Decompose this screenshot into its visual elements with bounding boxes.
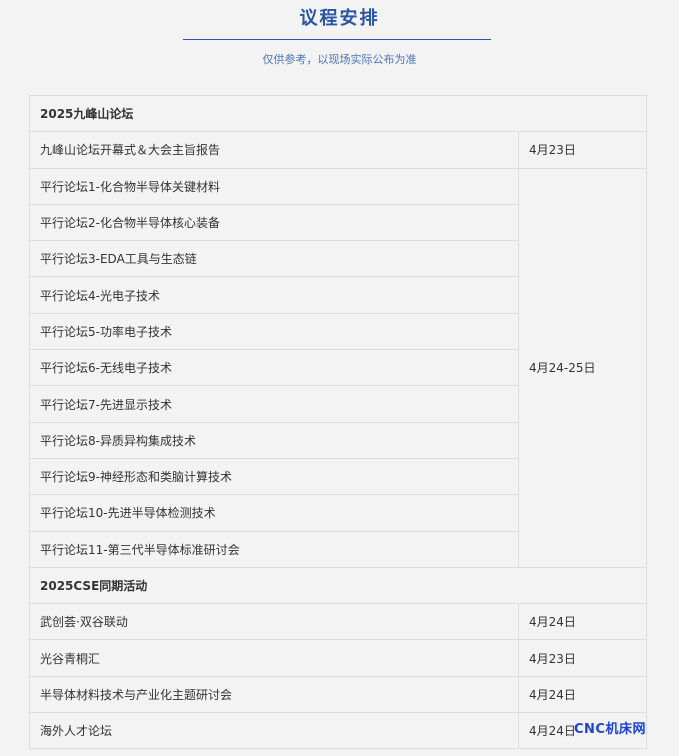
table-row: 半导体材料技术与产业化主题研讨会 4月24日 <box>29 675 647 714</box>
session-name: 平行论坛6-无线电子技术 <box>29 349 519 387</box>
session-name: 平行论坛3-EDA工具与生态链 <box>29 240 519 278</box>
title-underline <box>183 39 491 40</box>
session-name: 平行论坛9-神经形态和类脑计算技术 <box>29 457 519 496</box>
session-name: 光谷青桐汇 <box>29 639 519 677</box>
session-name: 平行论坛2-化合物半导体核心装备 <box>29 203 519 242</box>
session-name: 武创荟·双谷联动 <box>29 603 519 641</box>
page-title: 议程安排 <box>299 8 380 29</box>
session-name: 平行论坛8-异质异构集成技术 <box>29 421 519 459</box>
section-header-row: 2025CSE同期活动 <box>29 566 647 605</box>
table-row: 武创荟·双谷联动 4月24日 <box>29 603 647 641</box>
table-row: 光谷青桐汇 4月23日 <box>29 639 647 677</box>
session-date: 4月23日 <box>518 131 647 169</box>
session-name: 海外人才论坛 <box>29 712 519 750</box>
session-name: 半导体材料技术与产业化主题研讨会 <box>29 675 519 714</box>
session-date: 4月24日 <box>518 603 647 641</box>
session-name: 平行论坛5-功率电子技术 <box>29 312 519 351</box>
session-name: 平行论坛10-先进半导体检测技术 <box>29 494 519 532</box>
section-title: 2025CSE同期活动 <box>29 566 647 605</box>
session-name: 平行论坛1-化合物半导体关键材料 <box>29 167 519 205</box>
page-subtitle: 仅供参考，以现场实际公布为准 <box>262 53 417 66</box>
session-date: 4月24-25日 <box>518 167 647 568</box>
session-name: 九峰山论坛开幕式＆大会主旨报告 <box>29 131 519 169</box>
session-name: 平行论坛7-先进显示技术 <box>29 385 519 423</box>
session-date: 4月24日 <box>518 675 647 714</box>
section-title: 2025九峰山论坛 <box>29 94 647 133</box>
table-row: 平行论坛1-化合物半导体关键材料 4月24-25日 <box>29 167 647 568</box>
table-row: 海外人才论坛 4月24日 <box>29 712 647 750</box>
watermark-logo: CNC机床网 <box>574 722 646 737</box>
session-date: 4月23日 <box>518 639 647 677</box>
session-name: 平行论坛11-第三代半导体标准研讨会 <box>29 530 519 568</box>
table-row: 九峰山论坛开幕式＆大会主旨报告 4月23日 <box>29 131 647 169</box>
agenda-table: 2025九峰山论坛 九峰山论坛开幕式＆大会主旨报告 4月23日 平行论坛1-化合… <box>29 94 647 750</box>
session-name: 平行论坛4-光电子技术 <box>29 276 519 314</box>
section-header-row: 2025九峰山论坛 <box>29 94 647 133</box>
